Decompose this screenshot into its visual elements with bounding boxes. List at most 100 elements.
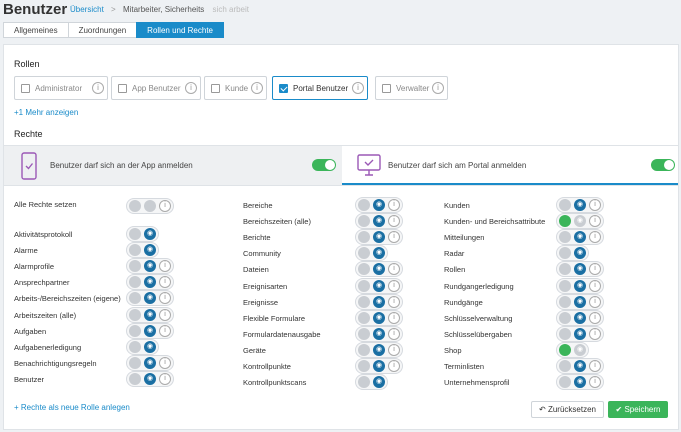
no-access-button[interactable]	[559, 247, 571, 260]
view-button[interactable]: ◉	[144, 276, 156, 289]
permission-selector[interactable]: ◉	[556, 341, 589, 358]
info-icon[interactable]: i	[388, 263, 400, 276]
permission-selector[interactable]: ◉ i	[355, 277, 403, 294]
permission-selector[interactable]: ◉	[556, 245, 589, 262]
permission-selector[interactable]: ◉ i	[355, 309, 403, 326]
reset-button[interactable]: ↶ Zurücksetzen	[531, 401, 604, 418]
view-button[interactable]: ◉	[373, 376, 385, 389]
view-button[interactable]: ◉	[574, 215, 586, 228]
no-access-button[interactable]	[129, 200, 141, 212]
permission-selector[interactable]: ◉ i	[556, 261, 604, 278]
view-button[interactable]: ◉	[373, 360, 385, 372]
save-button[interactable]: ✔ Speichern	[608, 401, 668, 418]
permission-selector[interactable]: ◉ i	[556, 374, 604, 391]
view-button[interactable]: ◉	[373, 263, 385, 276]
view-button[interactable]: ◉	[574, 247, 586, 260]
view-button[interactable]: ◉	[144, 228, 156, 240]
info-icon[interactable]: i	[92, 82, 104, 94]
no-access-button[interactable]	[358, 279, 370, 292]
no-access-button[interactable]	[559, 263, 571, 276]
no-access-button[interactable]	[129, 260, 141, 273]
role-checkbox-checked[interactable]	[279, 84, 288, 93]
no-access-button[interactable]	[559, 360, 571, 372]
view-button[interactable]: ◉	[144, 324, 156, 337]
no-access-button[interactable]	[559, 311, 571, 324]
permission-selector[interactable]: ◉ i	[355, 358, 403, 374]
info-icon[interactable]: i	[159, 292, 171, 305]
view-button[interactable]: ◉	[574, 343, 586, 356]
permission-selector[interactable]: ◉ i	[355, 197, 403, 213]
permission-selector[interactable]: ◉ i	[355, 213, 403, 230]
new-role-link[interactable]: + Rechte als neue Rolle anlegen	[14, 403, 130, 412]
info-icon[interactable]: i	[159, 372, 171, 385]
permission-selector[interactable]: ◉ i	[126, 258, 174, 275]
no-access-button[interactable]	[129, 244, 141, 257]
info-icon[interactable]: i	[159, 260, 171, 273]
permission-selector[interactable]: ◉ i	[126, 354, 174, 371]
view-button[interactable]: ◉	[373, 215, 385, 228]
role-portal-benutzer[interactable]: Portal Benutzer i	[272, 76, 368, 100]
permission-selector[interactable]: ◉ i	[355, 261, 403, 278]
view-button[interactable]: ◉	[373, 199, 385, 211]
info-icon[interactable]: i	[159, 308, 171, 321]
permission-selector[interactable]: ◉ i	[355, 293, 403, 310]
permission-selector[interactable]: ◉ i	[556, 293, 604, 310]
tab-allgemeines[interactable]: Allgemeines	[3, 22, 69, 38]
no-access-button[interactable]	[358, 327, 370, 340]
permission-selector[interactable]: ◉	[355, 374, 388, 391]
no-access-button[interactable]	[129, 292, 141, 305]
permission-selector[interactable]: ◉	[126, 338, 159, 355]
no-access-button[interactable]	[559, 279, 571, 292]
all-rights-selector[interactable]: i	[126, 198, 174, 214]
info-icon[interactable]: i	[388, 231, 400, 244]
permission-selector[interactable]: ◉ i	[355, 341, 403, 358]
info-icon[interactable]: i	[388, 360, 400, 372]
info-icon[interactable]: i	[159, 324, 171, 337]
permission-selector[interactable]: ◉	[126, 226, 159, 242]
portal-login-toggle[interactable]	[651, 159, 675, 171]
view-button[interactable]: ◉	[373, 343, 385, 356]
info-icon[interactable]: i	[589, 263, 601, 276]
no-access-button[interactable]	[358, 311, 370, 324]
no-access-button[interactable]	[559, 376, 571, 389]
view-button[interactable]: ◉	[373, 279, 385, 292]
info-icon[interactable]: i	[388, 343, 400, 356]
breadcrumb-link[interactable]: Übersicht	[70, 5, 104, 14]
view-button[interactable]: ◉	[144, 372, 156, 385]
no-access-button[interactable]	[559, 343, 571, 356]
info-icon[interactable]: i	[159, 276, 171, 289]
info-icon[interactable]: i	[589, 311, 601, 324]
permission-selector[interactable]: ◉ i	[556, 213, 604, 230]
view-button[interactable]: ◉	[574, 199, 586, 211]
no-access-button[interactable]	[358, 199, 370, 211]
info-icon[interactable]: i	[432, 82, 444, 94]
app-login-toggle[interactable]	[312, 159, 336, 171]
no-access-button[interactable]	[358, 343, 370, 356]
info-icon[interactable]: i	[589, 327, 601, 340]
view-button[interactable]: ◉	[574, 311, 586, 324]
info-icon[interactable]: i	[388, 327, 400, 340]
permission-selector[interactable]: ◉ i	[556, 358, 604, 374]
info-icon[interactable]: i	[589, 231, 601, 244]
no-access-button[interactable]	[358, 376, 370, 389]
permission-selector[interactable]: ◉ i	[556, 197, 604, 213]
no-access-button[interactable]	[358, 263, 370, 276]
view-button[interactable]: ◉	[144, 244, 156, 257]
info-icon[interactable]: i	[185, 82, 197, 94]
permission-selector[interactable]: ◉ i	[126, 274, 174, 291]
permission-selector[interactable]: ◉ i	[556, 277, 604, 294]
permission-selector[interactable]: ◉ i	[556, 325, 604, 342]
info-icon[interactable]: i	[388, 311, 400, 324]
info-icon[interactable]: i	[589, 279, 601, 292]
tab-rollen-und-rechte[interactable]: Rollen und Rechte	[136, 22, 224, 38]
tab-zuordnungen[interactable]: Zuordnungen	[67, 22, 138, 38]
info-icon[interactable]: i	[388, 215, 400, 228]
no-access-button[interactable]	[129, 228, 141, 240]
view-button[interactable]: ◉	[144, 308, 156, 321]
info-icon[interactable]: i	[388, 279, 400, 292]
view-button[interactable]: ◉	[574, 279, 586, 292]
info-icon[interactable]: i	[388, 295, 400, 308]
view-button[interactable]: ◉	[574, 295, 586, 308]
no-access-button[interactable]	[358, 231, 370, 244]
no-access-button[interactable]	[129, 340, 141, 353]
